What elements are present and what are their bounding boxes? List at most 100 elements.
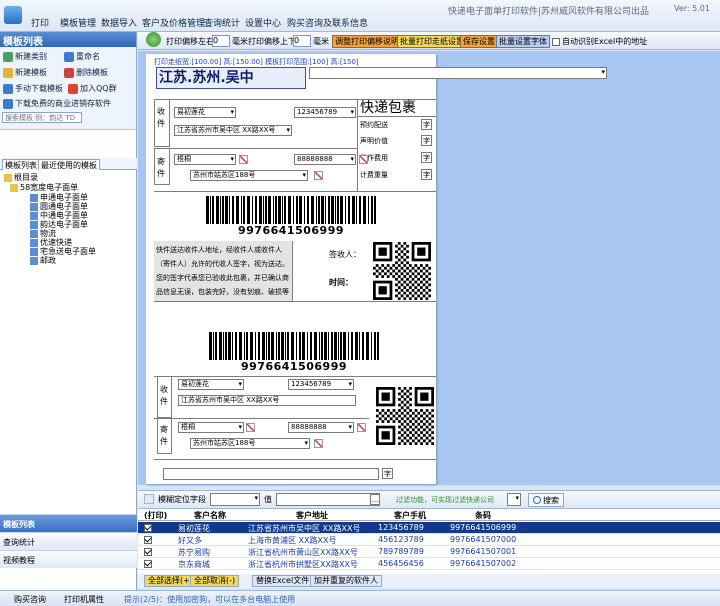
filter-field-select[interactable] <box>210 493 260 506</box>
region-field[interactable]: 江苏.苏州.吴中 <box>156 67 306 89</box>
move-icon[interactable] <box>146 32 161 47</box>
table-row[interactable]: 好又多 上海市黄浦区 XX路XX号 456123789 9976641507000 <box>138 534 720 546</box>
recipient-address-field-2[interactable]: 江苏省苏州市吴中区 XX路XX号 <box>178 395 356 406</box>
menu-data-import[interactable]: 数据导入 <box>101 16 137 29</box>
barcode-bottom <box>209 332 379 360</box>
template-icon <box>30 256 38 265</box>
filter-note: 过滤功能，可实现过滤快递公司 <box>396 496 494 504</box>
menu-bar: 快递电子面单打印软件|苏州威风软件有限公司出品 Ver: 5.01 打印 模板管… <box>0 0 720 32</box>
new-category-button[interactable]: 新建类别 <box>3 51 47 62</box>
save-settings-button[interactable]: 保存设置 <box>460 35 498 48</box>
grid-actions: 全部选择(+) 全部取消(-) 替换Excel文件 加并重复的软件人 <box>138 574 720 588</box>
filter-icon <box>144 494 154 504</box>
menu-print[interactable]: 打印 <box>31 16 49 29</box>
clear-sender-phone-icon[interactable] <box>359 155 368 164</box>
tab-template-list[interactable]: 模板列表 <box>2 159 40 170</box>
menu-settings[interactable]: 设置中心 <box>245 16 281 29</box>
row-print-checkbox[interactable] <box>144 560 152 568</box>
offset-lr-unit: 毫米 <box>232 37 248 46</box>
menu-template-manage[interactable]: 模板管理 <box>60 16 96 29</box>
font-button[interactable]: 字 <box>421 119 432 130</box>
status-hint: 提示(2/5)：使用加密狗，可以在多台电脑上使用 <box>124 595 296 604</box>
buy-consult-button[interactable]: 购买咨询 <box>14 594 46 605</box>
recipient-name-field[interactable]: 易初莲花 <box>174 107 236 118</box>
font-button[interactable]: 字 <box>421 135 432 146</box>
rename-button[interactable]: 重命名 <box>64 51 100 62</box>
merge-duplicate-button[interactable]: 加并重复的软件人 <box>310 575 382 587</box>
rename-icon <box>64 51 74 62</box>
row-print-checkbox[interactable] <box>144 536 152 544</box>
select-all-button[interactable]: 全部选择(+) <box>144 575 197 587</box>
sender-name-field-2[interactable]: 梧桐 <box>178 422 244 433</box>
recipient-label: 收件 <box>157 107 165 128</box>
template-search-input[interactable] <box>2 112 82 123</box>
nav-query-stats[interactable]: 查询统计 <box>0 532 137 550</box>
sender-address-field[interactable]: 苏州市姑苏区188号 <box>190 170 308 181</box>
new-template-button[interactable]: 新建模板 <box>3 67 47 78</box>
sender-name-field[interactable]: 梧桐 <box>174 154 236 165</box>
row-print-checkbox[interactable] <box>144 548 152 556</box>
search-button[interactable]: 搜索 <box>528 493 564 507</box>
batch-font-button[interactable]: 批量设置字体 <box>496 35 550 48</box>
clear-sender-name-icon[interactable] <box>239 155 248 164</box>
font-button[interactable]: 字 <box>421 169 432 180</box>
adjust-offset-help-button[interactable]: 调整打印偏移说明 <box>332 35 402 48</box>
row-print-checkbox[interactable] <box>144 524 152 532</box>
download-icon <box>3 98 13 109</box>
deselect-all-button[interactable]: 全部取消(-) <box>190 575 240 587</box>
app-version: Ver: 5.01 <box>674 4 710 13</box>
clear-sender-address-icon[interactable] <box>314 439 323 448</box>
sender-address-field-2[interactable]: 苏州市姑苏区188号 <box>190 438 310 449</box>
filter-value-picker[interactable]: … <box>370 494 380 505</box>
clear-sender-name-icon[interactable] <box>246 423 255 432</box>
cell-address: 浙江省杭州市萧山区XX路XX号 <box>248 548 358 557</box>
manual-download-button[interactable]: 手动下载模板 <box>3 83 63 94</box>
table-row[interactable]: 易初莲花 江苏省苏州市吴中区 XX路XX号 123456789 99766415069… <box>138 522 720 534</box>
paper-size-ruler: 打印走纸宽:[100.00] 高:[150.00] 模板打印范围:[100] 高… <box>154 58 359 66</box>
col-print[interactable]: (打印) <box>144 510 167 521</box>
tab-recent-templates[interactable]: 最近使用的模板 <box>38 159 100 170</box>
note-font-button[interactable]: 字 <box>382 468 393 479</box>
tree-item[interactable]: 邮政 <box>30 255 56 266</box>
qr-code-bottom <box>376 387 434 445</box>
join-qq-button[interactable]: 加入QQ群 <box>68 83 117 94</box>
clear-sender-address-icon[interactable] <box>314 171 323 180</box>
delete-template-button[interactable]: 删除模板 <box>64 67 108 78</box>
auto-excel-checkbox[interactable]: 自动识别Excel中的地址 <box>552 35 647 48</box>
nav-video-tutorial[interactable]: 视频教程 <box>0 550 137 568</box>
menu-purchase-contact[interactable]: 购买咨询及联系信息 <box>287 16 368 29</box>
col-customer-address[interactable]: 客户地址 <box>296 510 328 521</box>
filter-value-input[interactable] <box>276 493 380 506</box>
offset-lr-input[interactable]: 0 <box>212 35 230 47</box>
menu-customer-price[interactable]: 客户及价格管理 <box>142 16 205 29</box>
recipient-name-field-2[interactable]: 易初莲花 <box>178 379 244 390</box>
status-bar: 购买咨询 打印机属性 提示(2/5)：使用加密狗，可以在多台电脑上使用 <box>0 590 720 606</box>
design-canvas: 打印走纸宽:[100.00] 高:[150.00] 模板打印范围:[100] 高… <box>138 51 720 485</box>
barcode-number-top: 9976641506999 <box>238 224 344 237</box>
offset-lr-label: 打印偏移左右 <box>166 37 214 46</box>
printer-properties-button[interactable]: 打印机属性 <box>64 594 104 605</box>
offset-ud-input[interactable]: 0 <box>293 35 311 47</box>
recipient-address-field[interactable]: 江苏省苏州市吴中区 XX路XX号 <box>174 125 292 136</box>
col-barcode[interactable]: 条码 <box>475 510 491 521</box>
font-button[interactable]: 字 <box>421 152 432 163</box>
nav-template-list[interactable]: 模板列表 <box>0 514 137 532</box>
courier-filter-select[interactable] <box>507 493 521 506</box>
sender-phone-field-2[interactable]: 88888888 <box>288 422 354 433</box>
sender-phone-field[interactable]: 88888888 <box>294 154 356 165</box>
region-extra-field[interactable] <box>309 67 607 79</box>
cell-address: 江苏省苏州市吴中区 XX路XX号 <box>248 524 361 533</box>
replace-excel-button[interactable]: 替换Excel文件 <box>252 575 314 587</box>
table-row[interactable]: 苏宁易购 浙江省杭州市萧山区XX路XX号 789789789 997664150700… <box>138 546 720 558</box>
menu-query-stats[interactable]: 查询统计 <box>204 16 240 29</box>
batch-border-button[interactable]: 批量打印走纸设置 <box>397 35 467 48</box>
recipient-phone-field[interactable]: 123456789 <box>294 107 356 118</box>
col-customer-name[interactable]: 客户名称 <box>194 510 226 521</box>
left-header: 模板列表 <box>0 32 136 48</box>
free-store-software-link[interactable]: 下载免费的商业进销存软件 <box>3 98 111 109</box>
col-customer-phone[interactable]: 客户手机 <box>394 510 426 521</box>
table-row[interactable]: 京东商城 浙江省杭州市拱墅区XX路XX号 456456456 997664150700… <box>138 558 720 570</box>
clear-sender-phone-icon[interactable] <box>357 423 366 432</box>
recipient-phone-field-2[interactable]: 123456789 <box>288 379 354 390</box>
note-field[interactable] <box>163 468 379 480</box>
